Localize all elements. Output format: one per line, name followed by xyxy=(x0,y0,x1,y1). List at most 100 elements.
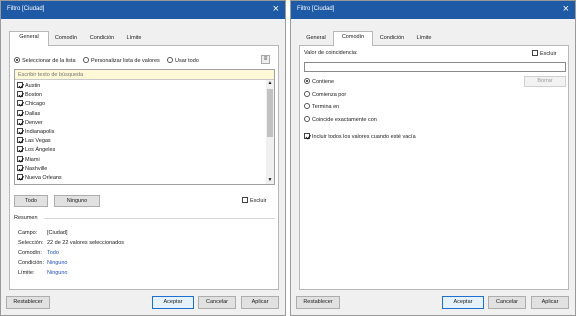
list-item[interactable]: Los Ángeles xyxy=(17,146,263,155)
tab-comodin[interactable]: Comodín xyxy=(333,31,373,46)
cancel-button[interactable]: Cancelar xyxy=(488,296,526,309)
city-list: Austin Boston Chicago Dallas Denver Indianapo… xyxy=(17,82,263,183)
radio-label: Termina en xyxy=(312,104,340,110)
summary-value: [Ciudad] xyxy=(47,230,68,236)
select-none-button[interactable]: Ninguno xyxy=(54,195,100,207)
list-item[interactable]: Nashville xyxy=(17,164,263,174)
select-all-button[interactable]: Todo xyxy=(14,195,48,207)
radio-icon xyxy=(304,103,310,109)
scroll-thumb[interactable] xyxy=(267,89,273,137)
summary-value[interactable]: Ninguno xyxy=(47,260,68,266)
radio-label: Comienza por xyxy=(312,91,347,98)
list-item-label: Los Ángeles xyxy=(25,147,56,154)
checkbox-icon xyxy=(17,127,23,134)
list-item-label: Miami xyxy=(25,156,40,163)
search-input[interactable] xyxy=(15,70,274,80)
filter-dialog-wildcard: Filtro [Ciudad] × General Comodín Condic… xyxy=(290,0,576,316)
match-value-label: Valor de coincidencia: xyxy=(304,50,358,56)
checkbox-icon xyxy=(17,164,23,171)
title-bar: Filtro [Ciudad] × xyxy=(1,1,285,19)
radio-icon xyxy=(304,90,310,97)
tab-comodin[interactable]: Comodín xyxy=(49,33,83,45)
radio-use-all[interactable]: Usar todo xyxy=(167,57,199,64)
tab-general[interactable]: General xyxy=(299,33,333,45)
summary-label: Límite: xyxy=(18,270,35,276)
list-options-icon[interactable]: ≡ xyxy=(261,55,270,64)
summary-value[interactable]: Todo xyxy=(47,250,59,256)
dialog-title: Filtro [Ciudad] xyxy=(7,6,45,12)
match-radio-option[interactable]: Termina en xyxy=(304,101,377,114)
tab-condicion[interactable]: Condición xyxy=(83,33,121,45)
list-item[interactable]: Dallas xyxy=(17,109,263,119)
title-bar: Filtro [Ciudad] × xyxy=(291,1,575,19)
exclude-label: Excluir xyxy=(250,198,267,204)
scroll-up-icon[interactable]: ▲ xyxy=(266,80,274,87)
exclude-checkbox[interactable]: Excluir xyxy=(242,197,267,204)
list-item-label: Indianapolis xyxy=(25,128,55,135)
list-item-label: Boston xyxy=(25,92,43,99)
radio-select-from-list[interactable]: Seleccionar de la lista xyxy=(14,57,76,64)
checkbox-icon xyxy=(17,155,23,162)
checkbox-icon xyxy=(17,173,23,180)
summary-value: 22 de 22 valores seleccionados xyxy=(47,240,125,246)
summary-label: Condición: xyxy=(18,260,44,266)
match-radio-option[interactable]: Coincide exactamente con xyxy=(304,114,377,127)
list-item[interactable]: Indianapolis xyxy=(17,127,263,137)
clear-button[interactable]: Borrar xyxy=(524,76,566,87)
radio-label: Personalizar lista de valores xyxy=(91,58,160,64)
apply-button[interactable]: Aplicar xyxy=(241,296,279,309)
tab-condicion[interactable]: Condición xyxy=(373,33,411,45)
list-item-label: Nashville xyxy=(25,165,48,172)
tab-general[interactable]: General xyxy=(9,31,49,46)
cancel-button[interactable]: Cancelar xyxy=(198,296,236,309)
reset-button[interactable]: Restablecer xyxy=(6,296,50,309)
radio-label: Contiene xyxy=(312,79,335,85)
tab-limite[interactable]: Límite xyxy=(411,33,437,45)
scroll-down-icon[interactable]: ▼ xyxy=(266,177,274,184)
list-item[interactable]: Las Vegas xyxy=(17,137,263,146)
list-item[interactable]: Denver xyxy=(17,118,263,128)
radio-label: Coincide exactamente con xyxy=(312,116,377,123)
list-item[interactable]: Austin xyxy=(17,82,263,91)
list-item[interactable]: Chicago xyxy=(17,100,263,109)
checkbox-icon xyxy=(304,133,310,139)
summary-value[interactable]: Ninguno xyxy=(47,270,68,276)
wildcard-panel: Valor de coincidencia: Excluir Borrar Co… xyxy=(299,45,569,290)
list-item[interactable]: Nueva Orleans xyxy=(17,173,263,183)
radio-custom-list[interactable]: Personalizar lista de valores xyxy=(83,57,160,64)
close-icon[interactable]: × xyxy=(273,3,279,15)
ok-button[interactable]: Aceptar xyxy=(152,296,194,309)
summary-row: Selección: 22 de 22 valores seleccionados xyxy=(18,238,124,248)
list-item-label: Denver xyxy=(25,119,43,126)
match-radio-option[interactable]: Contiene xyxy=(304,76,377,89)
tab-limite[interactable]: Límite xyxy=(121,33,147,45)
summary-row: Límite: Ninguno xyxy=(18,268,124,278)
radio-label: Usar todo xyxy=(175,58,199,64)
checkbox-icon xyxy=(17,91,23,98)
ok-button[interactable]: Aceptar xyxy=(442,296,484,309)
apply-button[interactable]: Aplicar xyxy=(531,296,569,309)
include-all-label: Incluir todos los valores cuando esté va… xyxy=(312,134,416,140)
list-scrollbar[interactable]: ▲ ▼ xyxy=(266,80,274,184)
radio-icon xyxy=(83,57,89,63)
close-icon[interactable]: × xyxy=(563,3,569,15)
exclude-label: Excluir xyxy=(540,51,557,57)
summary-group: Resumen Campo: [Ciudad] Selección: 22 de 22… xyxy=(14,215,275,285)
checkbox-icon xyxy=(17,118,23,125)
list-item-label: Chicago xyxy=(25,101,46,108)
summary-row: Condición: Ninguno xyxy=(18,258,124,268)
list-item[interactable]: Miami xyxy=(17,155,263,165)
summary-row: Campo: [Ciudad] xyxy=(18,228,124,238)
value-list-box: Austin Boston Chicago Dallas Denver Indianapo… xyxy=(14,69,275,185)
match-radio-option[interactable]: Comienza por xyxy=(304,89,377,102)
match-value-input[interactable] xyxy=(304,62,566,72)
reset-button[interactable]: Restablecer xyxy=(296,296,340,309)
summary-divider xyxy=(44,218,275,219)
radio-icon xyxy=(14,57,20,63)
list-item[interactable]: Boston xyxy=(17,91,263,100)
match-mode-radios: Contiene Comienza por Termina en Coincide e… xyxy=(304,76,377,126)
summary-label: Selección: xyxy=(18,240,44,246)
list-item-label: Nueva Orleans xyxy=(25,174,62,181)
include-all-checkbox[interactable]: Incluir todos los valores cuando esté va… xyxy=(304,133,416,140)
exclude-checkbox[interactable]: Excluir xyxy=(532,50,557,57)
